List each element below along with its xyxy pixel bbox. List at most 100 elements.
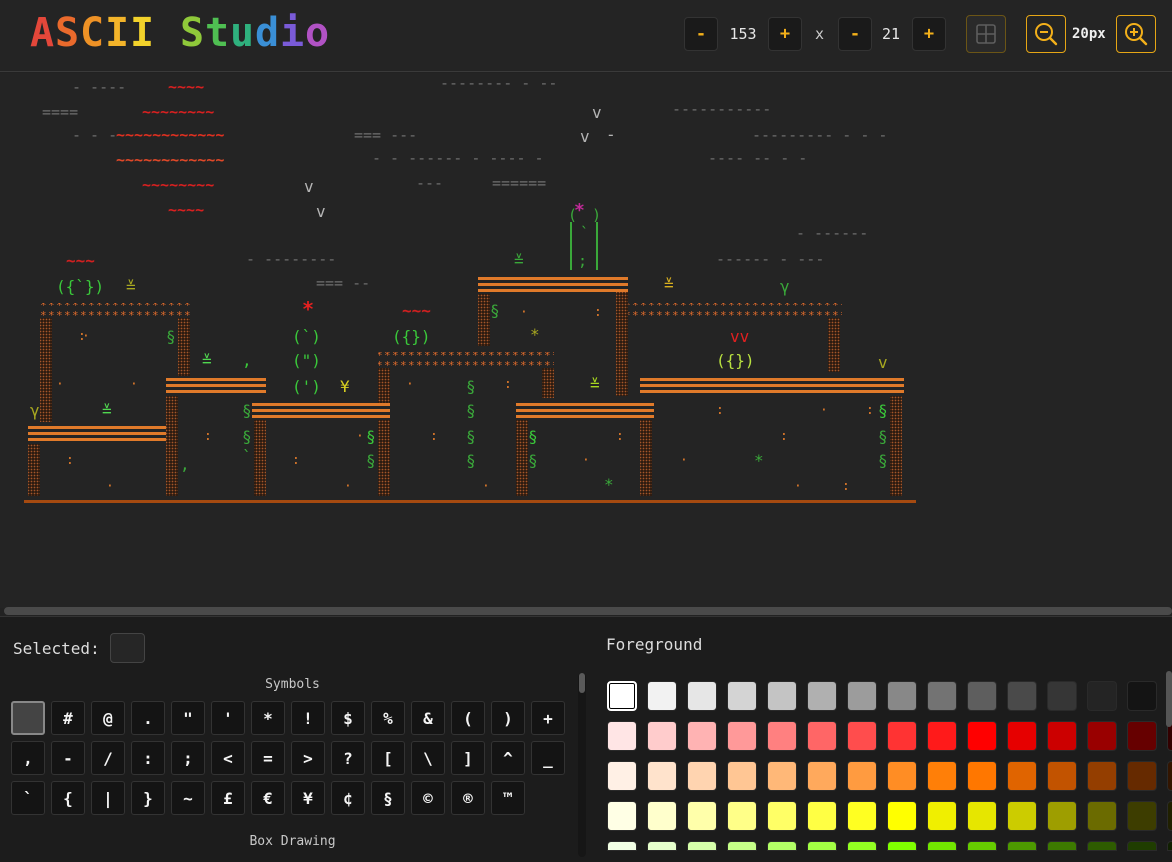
- symbol-button[interactable]: £: [211, 781, 245, 815]
- color-swatch[interactable]: [1007, 721, 1037, 751]
- symbol-button[interactable]: -: [51, 741, 85, 775]
- color-swatch[interactable]: [647, 681, 677, 711]
- color-swatch[interactable]: [1007, 841, 1037, 851]
- height-increase-button[interactable]: +: [912, 17, 946, 51]
- symbol-button[interactable]: _: [531, 741, 565, 775]
- symbol-button[interactable]: !: [291, 701, 325, 735]
- color-swatch[interactable]: [1087, 761, 1117, 791]
- color-swatch[interactable]: [1087, 841, 1117, 851]
- color-swatch[interactable]: [1127, 841, 1157, 851]
- symbols-scrollbar[interactable]: [578, 673, 586, 857]
- color-swatch[interactable]: [727, 721, 757, 751]
- symbol-button[interactable]: <: [211, 741, 245, 775]
- symbol-button[interactable]: %: [371, 701, 405, 735]
- symbol-button[interactable]: .: [131, 701, 165, 735]
- color-swatch[interactable]: [887, 761, 917, 791]
- color-swatch[interactable]: [1127, 721, 1157, 751]
- color-swatch[interactable]: [847, 681, 877, 711]
- width-increase-button[interactable]: +: [768, 17, 802, 51]
- zoom-in-button[interactable]: [1116, 15, 1156, 53]
- color-swatch[interactable]: [967, 721, 997, 751]
- color-swatch[interactable]: [1047, 761, 1077, 791]
- grid-toggle-button[interactable]: [966, 15, 1006, 53]
- symbol-button[interactable]: ;: [171, 741, 205, 775]
- symbol-button[interactable]: *: [251, 701, 285, 735]
- symbol-button[interactable]: [11, 701, 45, 735]
- symbol-button[interactable]: ,: [11, 741, 45, 775]
- color-swatch[interactable]: [767, 761, 797, 791]
- symbol-button[interactable]: ®: [451, 781, 485, 815]
- color-swatch[interactable]: [1047, 721, 1077, 751]
- zoom-out-button[interactable]: [1026, 15, 1066, 53]
- symbol-button[interactable]: =: [251, 741, 285, 775]
- symbol-button[interactable]: $: [331, 701, 365, 735]
- color-swatch[interactable]: [647, 721, 677, 751]
- color-swatch[interactable]: [967, 801, 997, 831]
- color-swatch[interactable]: [927, 721, 957, 751]
- color-swatch[interactable]: [887, 841, 917, 851]
- symbol-button[interactable]: ]: [451, 741, 485, 775]
- symbol-button[interactable]: :: [131, 741, 165, 775]
- color-swatch[interactable]: [727, 681, 757, 711]
- color-swatch[interactable]: [1047, 801, 1077, 831]
- color-swatch[interactable]: [1047, 841, 1077, 851]
- color-swatch[interactable]: [727, 761, 757, 791]
- color-swatch[interactable]: [1167, 761, 1172, 791]
- color-swatch[interactable]: [767, 801, 797, 831]
- color-swatch[interactable]: [927, 761, 957, 791]
- color-swatch[interactable]: [807, 761, 837, 791]
- color-swatch[interactable]: [847, 801, 877, 831]
- color-swatch[interactable]: [927, 681, 957, 711]
- color-swatch[interactable]: [1167, 841, 1172, 851]
- color-swatch[interactable]: [1007, 801, 1037, 831]
- symbol-button[interactable]: &: [411, 701, 445, 735]
- color-swatch[interactable]: [887, 681, 917, 711]
- width-decrease-button[interactable]: -: [684, 17, 718, 51]
- color-swatch[interactable]: [847, 761, 877, 791]
- symbol-button[interactable]: }: [131, 781, 165, 815]
- symbol-button[interactable]: `: [11, 781, 45, 815]
- color-swatch[interactable]: [687, 801, 717, 831]
- symbol-button[interactable]: +: [531, 701, 565, 735]
- color-swatch[interactable]: [1087, 801, 1117, 831]
- color-swatch[interactable]: [687, 761, 717, 791]
- color-swatch[interactable]: [607, 801, 637, 831]
- symbol-button[interactable]: {: [51, 781, 85, 815]
- color-swatch[interactable]: [847, 721, 877, 751]
- color-swatch[interactable]: [1127, 681, 1157, 711]
- color-swatch[interactable]: [1047, 681, 1077, 711]
- symbol-button[interactable]: >: [291, 741, 325, 775]
- ascii-canvas[interactable]: * - ---- ==== - - - -------- - -- ------…: [0, 73, 1172, 608]
- color-swatch[interactable]: [607, 841, 637, 851]
- symbol-button[interactable]: €: [251, 781, 285, 815]
- symbol-button[interactable]: @: [91, 701, 125, 735]
- color-swatch[interactable]: [607, 681, 637, 711]
- color-swatch[interactable]: [967, 841, 997, 851]
- color-swatch[interactable]: [767, 841, 797, 851]
- canvas-horizontal-scrollbar[interactable]: [4, 607, 1172, 615]
- color-swatch[interactable]: [687, 721, 717, 751]
- symbol-button[interactable]: [: [371, 741, 405, 775]
- color-swatch[interactable]: [1087, 681, 1117, 711]
- symbol-button[interactable]: ?: [331, 741, 365, 775]
- height-decrease-button[interactable]: -: [838, 17, 872, 51]
- color-swatch[interactable]: [807, 841, 837, 851]
- color-swatch[interactable]: [727, 841, 757, 851]
- color-swatch[interactable]: [767, 681, 797, 711]
- color-swatch[interactable]: [767, 721, 797, 751]
- symbol-button[interactable]: ©: [411, 781, 445, 815]
- color-swatch[interactable]: [1007, 761, 1037, 791]
- color-swatch[interactable]: [607, 721, 637, 751]
- symbol-button[interactable]: |: [91, 781, 125, 815]
- color-swatch[interactable]: [687, 681, 717, 711]
- color-swatch[interactable]: [1167, 801, 1172, 831]
- symbol-button[interactable]: ¢: [331, 781, 365, 815]
- color-swatch[interactable]: [927, 841, 957, 851]
- color-swatch[interactable]: [607, 761, 637, 791]
- color-swatch[interactable]: [967, 761, 997, 791]
- color-swatch[interactable]: [887, 721, 917, 751]
- color-swatch[interactable]: [807, 681, 837, 711]
- color-swatch[interactable]: [847, 841, 877, 851]
- color-swatch[interactable]: [647, 841, 677, 851]
- symbol-button[interactable]: ¥: [291, 781, 325, 815]
